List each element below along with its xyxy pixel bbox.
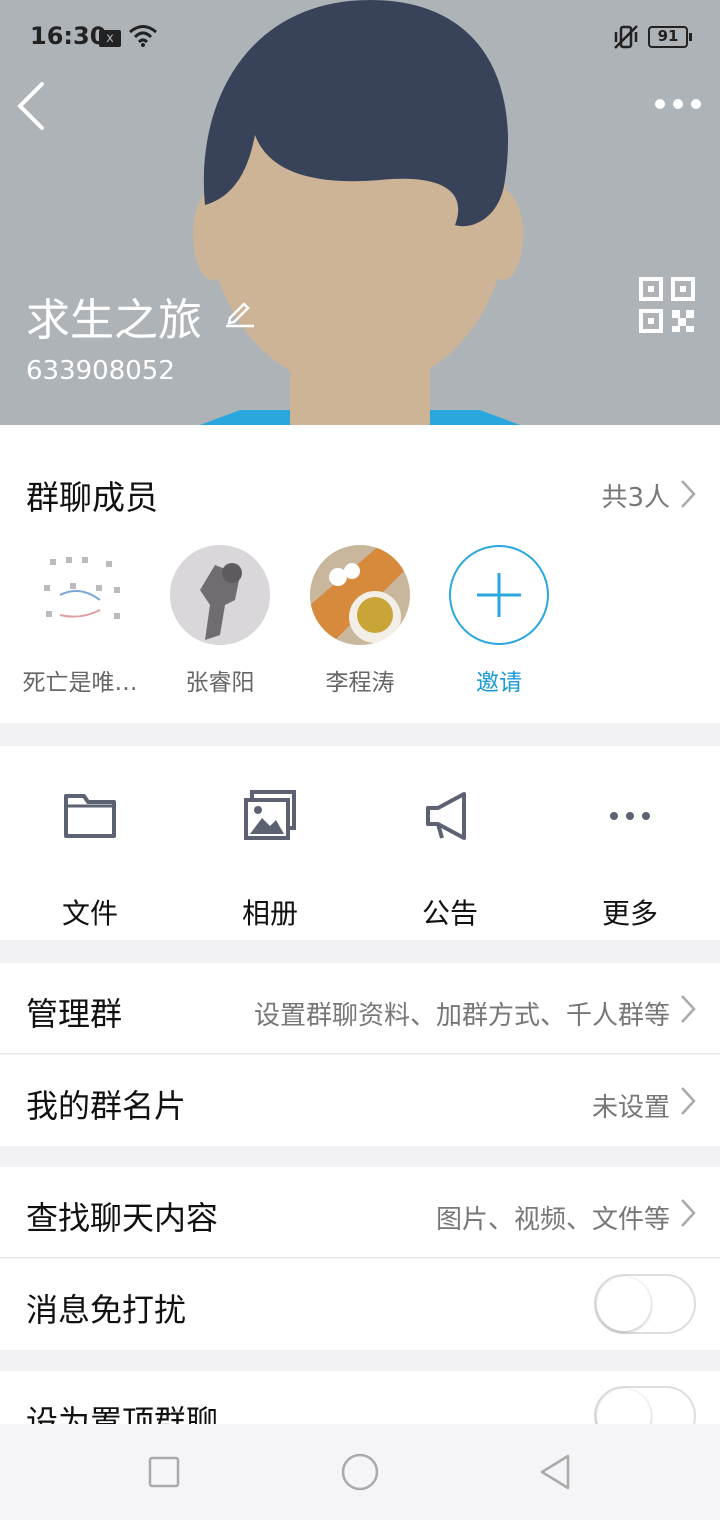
member-item[interactable]: 张睿阳: [160, 545, 280, 697]
wifi-icon: [129, 25, 157, 47]
battery-icon: 91: [648, 26, 692, 48]
home-icon[interactable]: [340, 1452, 380, 1492]
member-item[interactable]: 李程涛: [300, 545, 420, 697]
more-tools-label: 更多: [601, 897, 658, 930]
invite-button[interactable]: 邀请: [439, 545, 559, 697]
recent-apps-icon[interactable]: [144, 1452, 184, 1492]
megaphone-icon: [426, 792, 466, 840]
members-count[interactable]: 共3人: [601, 477, 670, 514]
group-header: 16:30 x 91 求生之旅 633908052: [0, 0, 720, 425]
tools-section: 文件 相册 公告 更多: [0, 746, 720, 940]
back-arrow-icon[interactable]: [12, 78, 52, 134]
chevron-right-icon[interactable]: [680, 479, 696, 509]
my-group-card-value: 未设置: [591, 1093, 670, 1123]
more-tools-button[interactable]: 更多: [570, 786, 690, 932]
vibrate-icon: [614, 25, 638, 49]
album-icon: [244, 790, 296, 840]
folder-icon: [64, 794, 116, 838]
member-item[interactable]: 死亡是唯…: [20, 545, 140, 697]
divider: [0, 1257, 720, 1258]
plus-icon: [477, 573, 521, 617]
system-nav-bar: [0, 1424, 720, 1520]
do-not-disturb-row: 消息免打扰: [0, 1259, 720, 1350]
members-section: 群聊成员 共3人 死亡是唯… 张睿阳 李程涛 邀请: [0, 425, 720, 723]
pin-chat-toggle[interactable]: [594, 1386, 696, 1424]
group-name: 求生之旅: [26, 295, 202, 346]
search-chat-title: 查找聊天内容: [26, 1199, 219, 1237]
toggle-knob: [597, 1277, 651, 1331]
announcement-button[interactable]: 公告: [390, 786, 510, 932]
chevron-right-icon: [681, 1087, 696, 1115]
manage-group-value: 设置群聊资料、加群方式、千人群等: [253, 1001, 670, 1031]
member-name: 李程涛: [325, 670, 395, 696]
pin-chat-title: 设为置顶群聊: [26, 1403, 219, 1424]
member-avatar: [30, 545, 130, 645]
qr-code-icon[interactable]: [638, 276, 696, 334]
member-name: 张睿阳: [185, 670, 255, 696]
invite-label: 邀请: [476, 670, 522, 696]
do-not-disturb-toggle[interactable]: [594, 1274, 696, 1334]
status-time: 16:30: [30, 22, 107, 50]
manage-group-row[interactable]: 管理群 设置群聊资料、加群方式、千人群等: [0, 963, 720, 1054]
back-nav-icon[interactable]: [536, 1452, 576, 1492]
status-bar: 16:30 x 91: [0, 0, 720, 72]
chevron-right-icon: [681, 995, 696, 1023]
chevron-right-icon: [681, 1199, 696, 1227]
pin-chat-row: 设为置顶群聊: [0, 1371, 720, 1424]
more-dots-icon: [610, 812, 650, 820]
files-button[interactable]: 文件: [30, 786, 150, 932]
invite-circle: [449, 545, 549, 645]
do-not-disturb-title: 消息免打扰: [26, 1291, 187, 1329]
my-group-card-title: 我的群名片: [26, 1087, 187, 1125]
member-avatar: [170, 545, 270, 645]
member-name: 死亡是唯…: [22, 670, 138, 696]
member-avatar: [310, 545, 410, 645]
edit-name-icon[interactable]: [222, 294, 256, 328]
my-group-card-row[interactable]: 我的群名片 未设置: [0, 1055, 720, 1146]
toggle-knob: [597, 1389, 651, 1424]
group-number: 633908052: [26, 356, 175, 386]
more-options-icon[interactable]: [652, 90, 704, 118]
divider: [0, 1053, 720, 1054]
notification-x-icon: x: [99, 30, 121, 47]
search-chat-value: 图片、视频、文件等: [435, 1205, 670, 1235]
manage-group-title: 管理群: [26, 995, 123, 1033]
files-label: 文件: [61, 897, 118, 930]
members-title: 群聊成员: [26, 478, 158, 517]
announcement-label: 公告: [421, 897, 478, 930]
search-chat-row[interactable]: 查找聊天内容 图片、视频、文件等: [0, 1167, 720, 1258]
album-button[interactable]: 相册: [210, 786, 330, 932]
album-label: 相册: [241, 897, 298, 930]
